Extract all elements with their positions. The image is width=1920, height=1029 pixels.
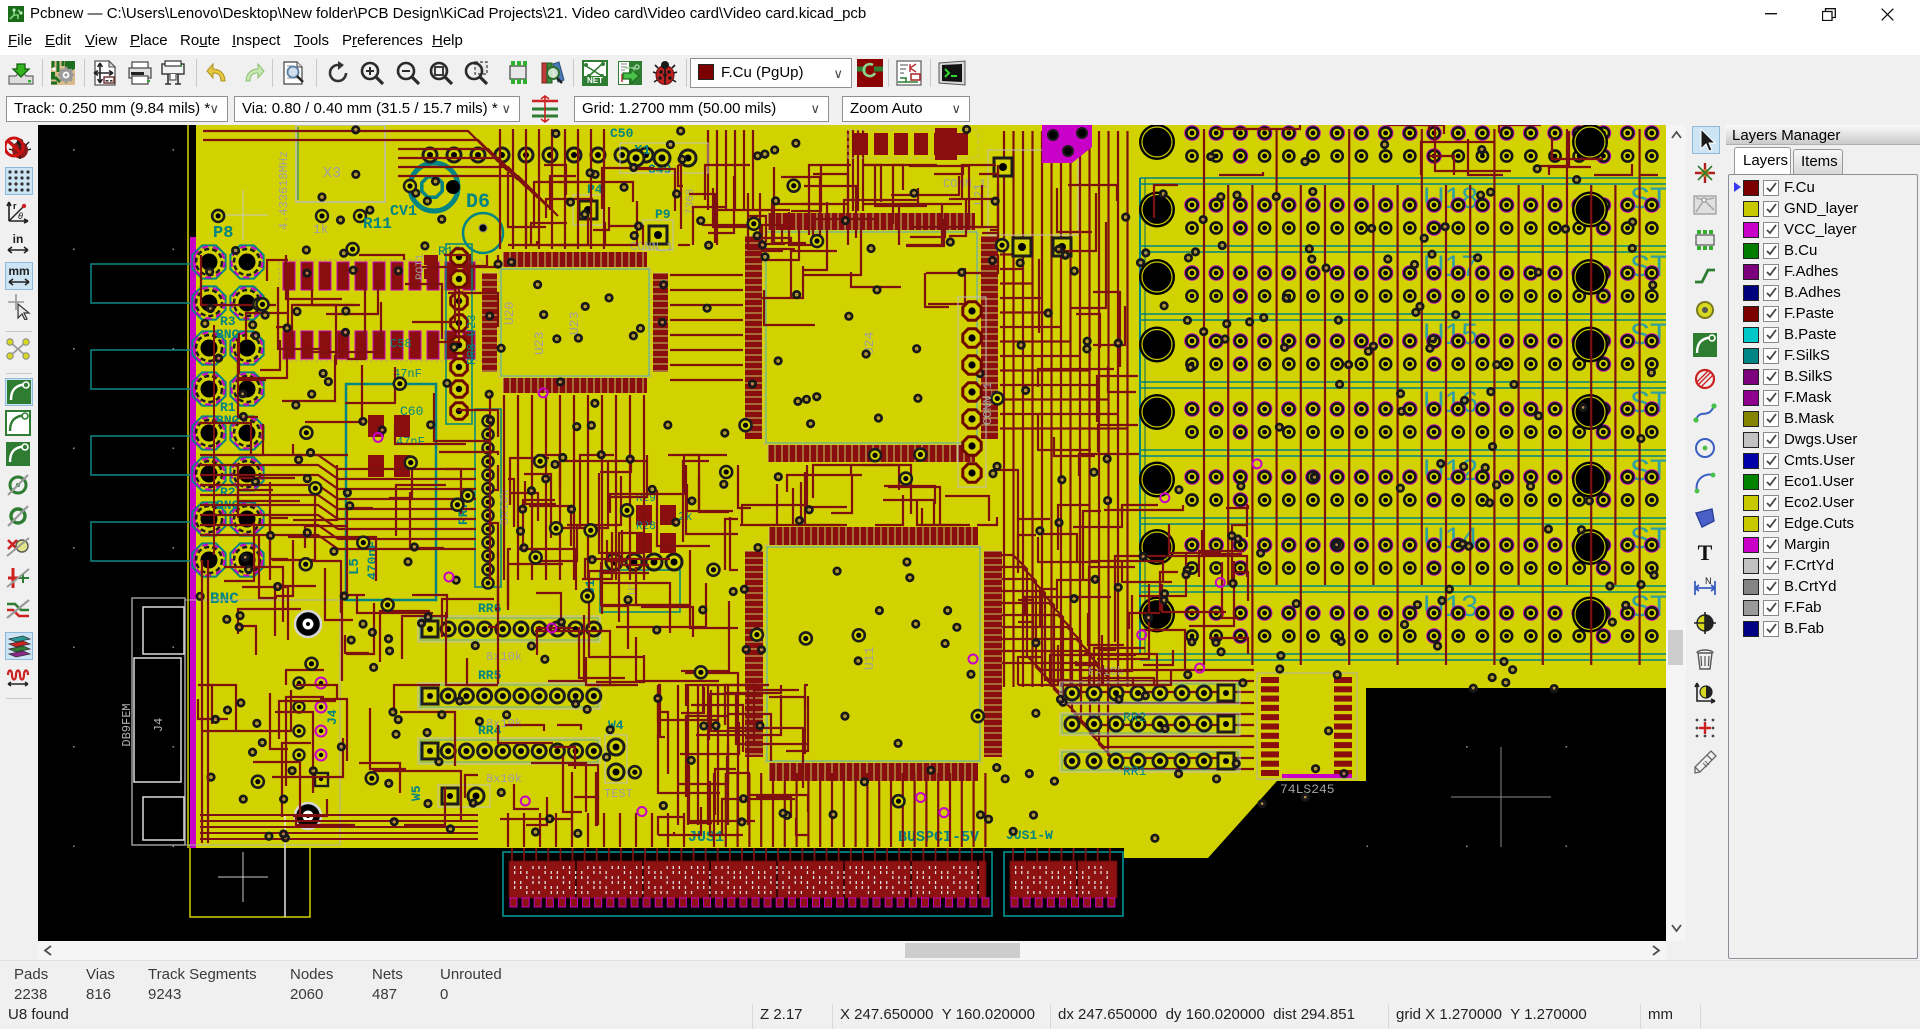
svg-text:L5: L5 [347,558,363,575]
svg-text:NET: NET [587,76,603,85]
svg-text:P4: P4 [587,182,603,197]
svg-text:W5: W5 [409,785,424,801]
svg-text:D6: D6 [466,191,490,214]
svg-text:r: r [13,201,17,211]
svg-text:1k: 1k [313,222,329,237]
svg-text:47nF: 47nF [396,435,425,449]
svg-text:RR8 U23: RR8 U23 [465,315,479,365]
svg-text:U23: U23 [567,312,582,335]
svg-text:8x10k: 8x10k [486,772,522,786]
svg-text:θ: θ [18,211,23,221]
svg-text:CV1: CV1 [390,203,417,220]
svg-text:mm: mm [8,264,29,278]
svg-text:BNC: BNC [210,590,239,608]
svg-text:C60: C60 [400,404,423,419]
svg-text:C58: C58 [390,337,412,351]
svg-text:P9: P9 [655,207,671,222]
svg-text:J4: J4 [152,718,166,732]
svg-text:C50: C50 [610,126,634,141]
svg-text:4.433618MHz: 4.433618MHz [277,151,291,230]
svg-text:J4: J4 [325,709,340,725]
svg-text:T: T [1698,540,1713,565]
svg-text:RR1: RR1 [1123,764,1147,779]
svg-text:8x10k: 8x10k [486,650,522,664]
svg-text:R11: R11 [363,215,392,233]
svg-text:BNC: BNC [216,413,240,428]
svg-text:RR2: RR2 [1123,710,1146,725]
svg-text:7368: 7368 [685,189,697,215]
svg-text:P8: P8 [213,224,233,243]
svg-text:DB9FEM: DB9FEM [120,703,134,746]
svg-text:U20: U20 [502,302,517,325]
svg-text:CONN_1: CONN_1 [943,177,986,191]
svg-text:JUS1: JUS1 [688,829,724,846]
svg-text:CONN_1: CONN_1 [981,382,995,425]
svg-text:TEST: TEST [604,787,633,801]
svg-text:X3: X3 [323,165,341,182]
svg-text:in: in [13,232,24,246]
svg-text:N: N [1705,576,1712,586]
svg-text:U11: U11 [862,646,877,670]
svg-text:R28: R28 [636,521,656,533]
svg-text:U23: U23 [532,332,547,355]
svg-text:BNC: BNC [216,327,240,342]
